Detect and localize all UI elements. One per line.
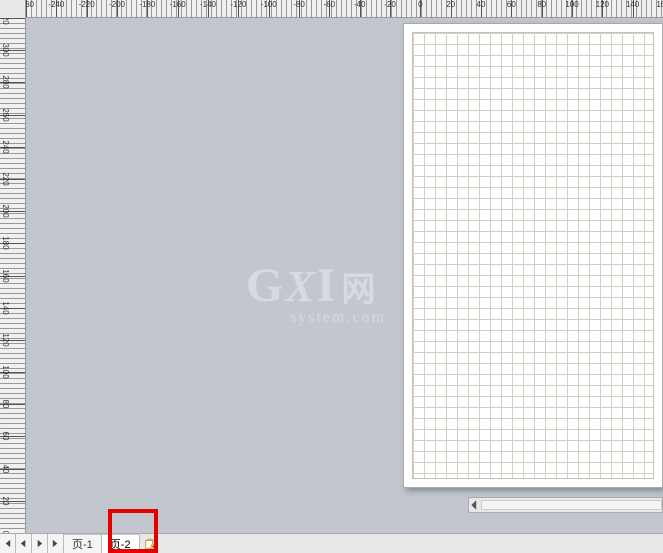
add-page-button[interactable] (140, 534, 160, 553)
app-root: -260-240-220-200-180-160-140-120-100-80-… (0, 0, 663, 553)
ruler-v-label: 60 (1, 432, 10, 441)
watermark-cn: 网 (341, 272, 377, 309)
ruler-h-label: -140 (200, 0, 216, 9)
ruler-h-label: -240 (48, 0, 64, 9)
ruler-h-label: -260 (26, 0, 34, 9)
scroll-left-icon[interactable] (469, 499, 481, 511)
add-page-icon (144, 538, 156, 550)
nav-prev-button[interactable] (16, 534, 32, 553)
watermark-sub: system.com (290, 309, 386, 327)
watermark-i: I (317, 259, 338, 312)
ruler-h-label: -120 (230, 0, 246, 9)
page-margin (412, 32, 654, 479)
middle-row: 320 300 280 260 240 220 200 180 160 140 120 100 80 60… (0, 18, 663, 533)
ruler-h-label: 60 (507, 0, 516, 9)
ruler-h-label: 20 (446, 0, 455, 9)
nav-last-button[interactable] (48, 534, 64, 553)
ruler-v-label: 40 (1, 464, 10, 473)
page-grid (412, 32, 654, 479)
ruler-h-label: -40 (354, 0, 366, 9)
ruler-horizontal[interactable]: -260-240-220-200-180-160-140-120-100-80-… (26, 0, 663, 17)
ruler-v-label: 120 (1, 333, 10, 346)
nav-next-button[interactable] (32, 534, 48, 553)
ruler-h-label: -200 (109, 0, 125, 9)
ruler-h-label: 140 (626, 0, 639, 9)
document-page[interactable] (403, 23, 663, 488)
ruler-h-label: -180 (139, 0, 155, 9)
ruler-v-label: 240 (1, 140, 10, 153)
ruler-h-label: -60 (324, 0, 336, 9)
scroll-track[interactable] (481, 500, 662, 510)
watermark-x: X (285, 262, 316, 311)
ruler-v-label: 220 (1, 172, 10, 185)
page-tab-1[interactable]: 页-1 (64, 534, 102, 553)
ruler-v-label: 80 (1, 400, 10, 409)
ruler-corner (0, 0, 26, 18)
horizontal-scrollbar[interactable] (468, 497, 663, 513)
ruler-v-label: 20 (1, 496, 10, 505)
ruler-h-label: 160 (656, 0, 663, 9)
canvas-area[interactable]: GXI网 system.com (26, 18, 663, 533)
ruler-v-label: 200 (1, 204, 10, 217)
ruler-h-label: -160 (170, 0, 186, 9)
ruler-h-label: 40 (477, 0, 486, 9)
ruler-v-label: 180 (1, 237, 10, 250)
page-tab-2-label: 页-2 (110, 536, 131, 552)
watermark-g: G (246, 259, 285, 312)
ruler-h-label: 100 (565, 0, 578, 9)
ruler-h-label: 120 (596, 0, 609, 9)
ruler-v-label: 100 (1, 365, 10, 378)
ruler-v-label: 260 (1, 108, 10, 121)
ruler-top-row: -260-240-220-200-180-160-140-120-100-80-… (0, 0, 663, 18)
page-tab-1-label: 页-1 (72, 536, 93, 552)
ruler-v-label: 320 (1, 18, 10, 25)
ruler-v-label: 160 (1, 269, 10, 282)
ruler-v-label: 300 (1, 44, 10, 57)
ruler-v-label: 280 (1, 76, 10, 89)
page-tab-strip: 页-1 页-2 (0, 533, 663, 553)
page-tab-2[interactable]: 页-2 (102, 534, 140, 553)
ruler-h-label: 80 (537, 0, 546, 9)
ruler-v-label: 140 (1, 301, 10, 314)
watermark: GXI网 system.com (246, 258, 386, 327)
ruler-h-label: -20 (384, 0, 396, 9)
ruler-h-label: -80 (293, 0, 305, 9)
ruler-h-label: -100 (261, 0, 277, 9)
ruler-h-label: -220 (79, 0, 95, 9)
ruler-h-label: 0 (418, 0, 422, 9)
ruler-vertical[interactable]: 320 300 280 260 240 220 200 180 160 140 120 100 80 60… (0, 18, 26, 533)
nav-first-button[interactable] (0, 534, 16, 553)
